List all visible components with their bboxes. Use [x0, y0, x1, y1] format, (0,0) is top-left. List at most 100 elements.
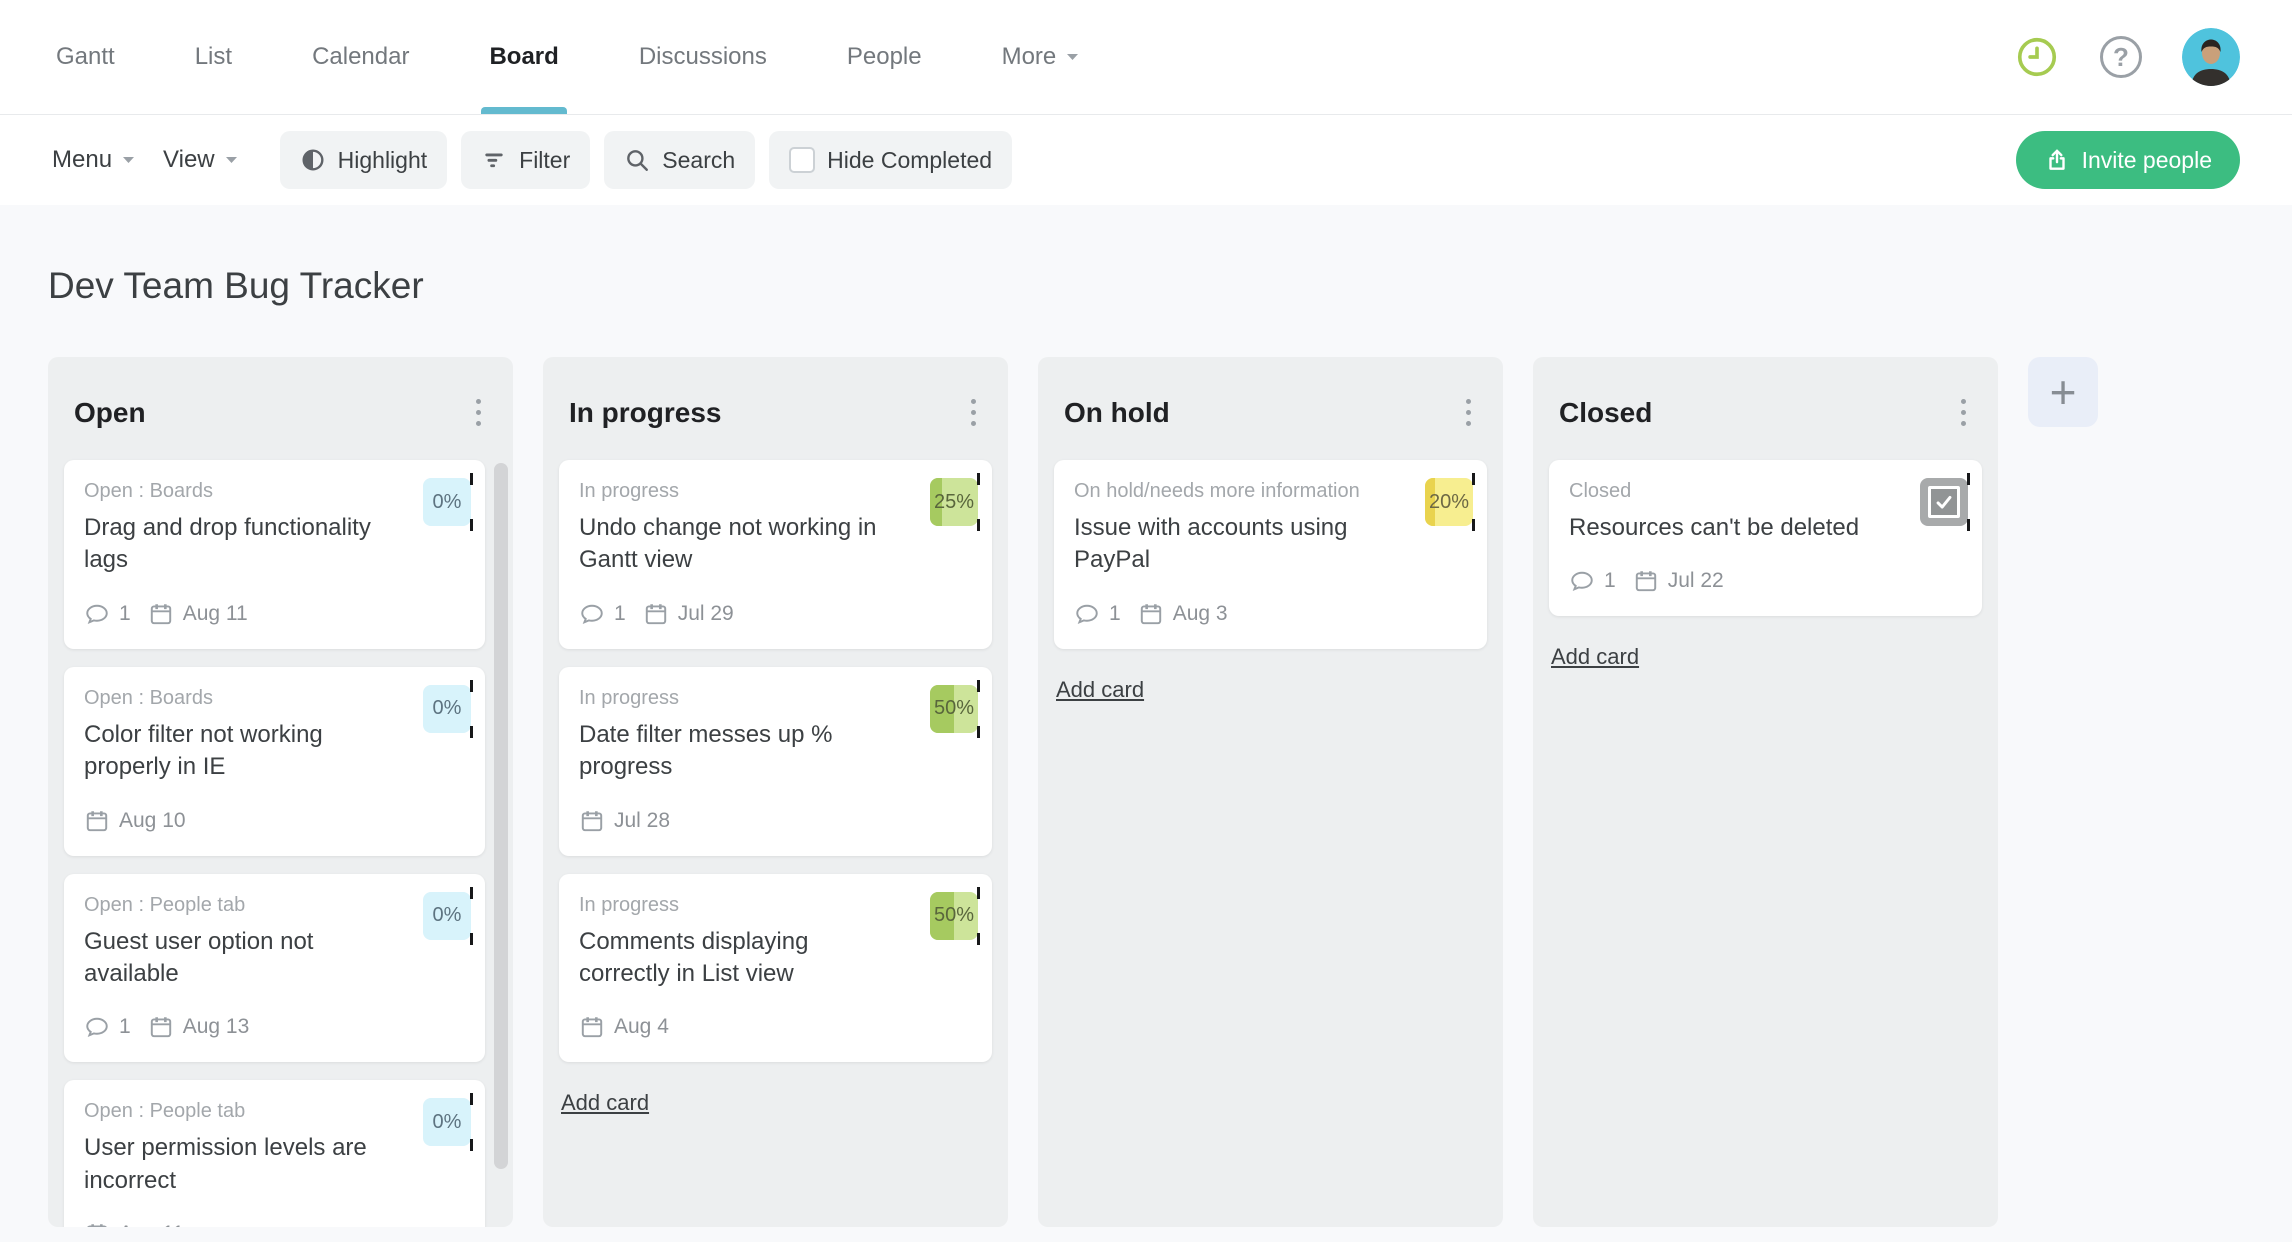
hide-completed-button[interactable]: Hide Completed [769, 131, 1012, 189]
add-column-button[interactable]: + [2028, 357, 2098, 427]
checkbox-icon[interactable] [789, 147, 815, 173]
calendar-icon [579, 808, 605, 834]
comment-count: 1 [119, 1015, 131, 1039]
card-title: Color filter not working properly in IE [84, 719, 465, 784]
board-columns: Open Open : Boards Drag and drop functiona… [48, 357, 2244, 1227]
comment-icon [84, 1014, 110, 1040]
checkmark-icon [1928, 486, 1960, 518]
due-date: Jul 28 [614, 809, 670, 833]
due-date: Aug 10 [119, 809, 186, 833]
column-title: On hold [1064, 397, 1170, 429]
column-menu-kebab-icon[interactable] [1460, 393, 1477, 432]
tab-label: Calendar [312, 43, 409, 71]
help-icon[interactable]: ? [2098, 34, 2144, 80]
comment-count: 1 [614, 602, 626, 626]
comment-count: 1 [1604, 569, 1616, 593]
due-date: Aug 11 [119, 1222, 184, 1227]
board-column-in-progress: In progress In progress Undo change not wo… [543, 357, 1008, 1227]
card-title: Issue with accounts using PayPal [1074, 512, 1467, 577]
calendar-icon [148, 1014, 174, 1040]
task-card[interactable]: Closed Resources can't be deleted 1Jul 22 [1549, 460, 1982, 616]
task-card[interactable]: Open : Boards Drag and drop functionality… [64, 460, 485, 649]
task-card[interactable]: In progress Comments displaying correctly… [559, 874, 992, 1063]
invite-people-button[interactable]: Invite people [2016, 131, 2240, 189]
tab-label: People [847, 43, 922, 71]
dropdown-view[interactable]: View [163, 146, 238, 174]
add-card-link[interactable]: Add card [1551, 644, 1639, 670]
card-footer: 1Jul 22 [1569, 568, 1962, 594]
tab-people[interactable]: People [843, 0, 926, 114]
calendar-icon [84, 808, 110, 834]
due-date: Jul 29 [678, 602, 734, 626]
tab-discussions[interactable]: Discussions [635, 0, 771, 114]
add-card-link[interactable]: Add card [1056, 677, 1144, 703]
card-footer: 1Aug 11 [84, 601, 465, 627]
card-title: Guest user option not available [84, 926, 465, 991]
card-status-label: Open : People tab [84, 894, 465, 917]
completed-badge [1920, 478, 1968, 526]
chevron-down-icon [225, 156, 238, 165]
card-title: Resources can't be deleted [1569, 512, 1962, 544]
card-title: Date filter messes up % progress [579, 719, 972, 784]
due-date: Aug 11 [183, 602, 248, 626]
progress-badge: 0% [423, 478, 471, 526]
card-edge-marker [977, 473, 980, 531]
task-card[interactable]: Open : People tab Guest user option not a… [64, 874, 485, 1063]
card-status-label: In progress [579, 894, 972, 917]
task-card[interactable]: In progressUndo change not working in Ga… [559, 460, 992, 649]
column-menu-kebab-icon[interactable] [965, 393, 982, 432]
tab-label: List [195, 43, 232, 71]
card-footer: Aug 4 [579, 1014, 972, 1040]
tab-more[interactable]: More [998, 0, 1084, 114]
calendar-icon [84, 1221, 110, 1227]
board-column-on-hold: On hold On hold/needs more information Iss… [1038, 357, 1503, 1227]
card-status-label: Open : Boards [84, 480, 465, 503]
card-title: Comments displaying correctly in List vi… [579, 926, 972, 991]
task-card[interactable]: In progressDate filter messes up % progr… [559, 667, 992, 856]
history-clock-icon[interactable] [2014, 34, 2060, 80]
progress-value: 25% [934, 491, 974, 514]
calendar-icon [1138, 601, 1164, 627]
card-edge-marker [1967, 473, 1970, 531]
column-menu-kebab-icon[interactable] [1955, 393, 1972, 432]
progress-badge: 20% [1425, 478, 1473, 526]
add-card-link[interactable]: Add card [561, 1090, 649, 1116]
card-status-label: Closed [1569, 480, 1962, 503]
search-button[interactable]: Search [604, 131, 755, 189]
tab-label: Board [489, 43, 558, 71]
card-title: Undo change not working in Gantt view [579, 512, 972, 577]
filter-button[interactable]: Filter [461, 131, 590, 189]
question-mark-icon: ? [2100, 36, 2142, 78]
card-title: Drag and drop functionality lags [84, 512, 465, 577]
task-card[interactable]: Open : BoardsColor filter not working pr… [64, 667, 485, 856]
column-header: In progress [543, 357, 1008, 460]
tab-list[interactable]: List [191, 0, 236, 114]
tab-gantt[interactable]: Gantt [52, 0, 119, 114]
board-view: Dev Team Bug Tracker OpenOpen : BoardsDr… [0, 205, 2292, 1242]
column-title: Closed [1559, 397, 1652, 429]
dropdown-menu[interactable]: Menu [52, 146, 135, 174]
user-avatar[interactable] [2182, 28, 2240, 86]
column-menu-kebab-icon[interactable] [470, 393, 487, 432]
tab-board[interactable]: Board [485, 0, 562, 114]
tab-label: More [1002, 43, 1057, 71]
tab-calendar[interactable]: Calendar [308, 0, 413, 114]
top-right-icons: ? [2014, 0, 2240, 114]
highlight-button[interactable]: Highlight [280, 131, 448, 189]
progress-value: 0% [433, 904, 462, 927]
column-title: Open [74, 397, 146, 429]
cards-list: In progress Undo change not working in Ga… [543, 460, 1008, 1062]
task-card[interactable]: On hold/needs more information Issue with… [1054, 460, 1487, 649]
progress-value: 0% [433, 1111, 462, 1134]
task-card[interactable]: Open : People tabUser permission levels … [64, 1080, 485, 1227]
due-date: Aug 3 [1173, 602, 1228, 626]
card-title: User permission levels are incorrect [84, 1132, 465, 1197]
progress-badge: 0% [423, 1098, 471, 1146]
chevron-down-icon [122, 156, 135, 165]
card-status-label: On hold/needs more information [1074, 480, 1467, 503]
comment-count: 1 [1109, 602, 1121, 626]
card-edge-marker [470, 473, 473, 531]
search-icon [624, 147, 650, 173]
column-scrollbar[interactable] [494, 463, 508, 1169]
calendar-icon [643, 601, 669, 627]
